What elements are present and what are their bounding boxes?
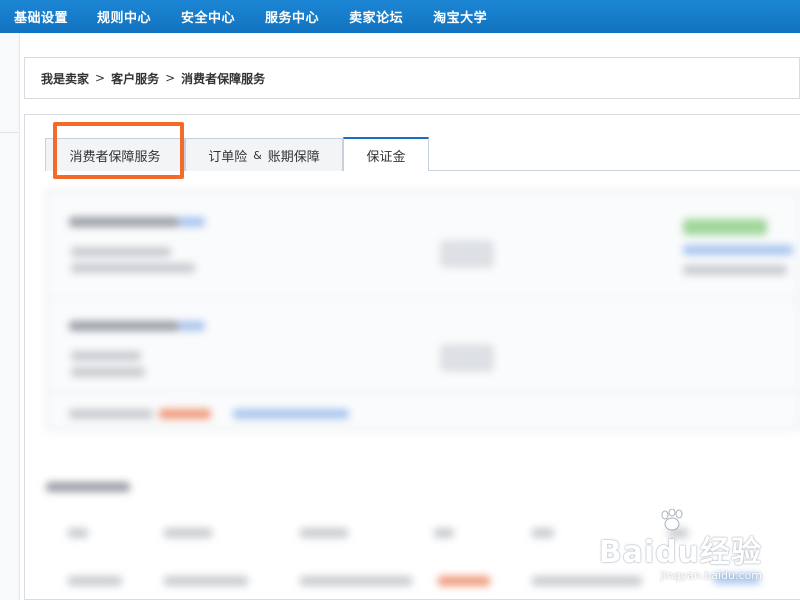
tab-bar: 消费者保障服务 订单险 & 账期保障 保证金 — [45, 137, 800, 171]
nav-item-taobao-university[interactable]: 淘宝大学 — [433, 7, 487, 26]
watermark-logo-text: Baidu经验 — [598, 535, 762, 570]
nav-item-basic-settings[interactable]: 基础设置 — [14, 7, 68, 26]
nav-item-security-center[interactable]: 安全中心 — [181, 7, 235, 26]
nav-item-service-center[interactable]: 服务中心 — [265, 7, 319, 26]
tab-label: 订单险 — [208, 149, 248, 165]
tab-order-insurance[interactable]: 订单险 & 账期保障 — [185, 138, 343, 171]
tab-label: 消费者保障服务 — [69, 149, 161, 165]
baidu-watermark: Baidu经验 jingyan.baidu.com — [598, 509, 762, 582]
breadcrumb-item-seller[interactable]: 我是卖家 — [41, 70, 89, 87]
breadcrumb-item-customer-service[interactable]: 客户服务 — [111, 70, 159, 87]
sidebar-block — [0, 55, 18, 133]
breadcrumb-separator: > — [95, 71, 106, 85]
tab-label-ampersand: & — [253, 148, 262, 162]
tab-label: 保证金 — [366, 149, 406, 165]
blurred-info-box — [46, 190, 800, 430]
paw-icon — [661, 509, 683, 531]
nav-item-seller-forum[interactable]: 卖家论坛 — [349, 7, 403, 26]
tab-consumer-protection[interactable]: 消费者保障服务 — [45, 138, 185, 171]
breadcrumb-separator: > — [165, 71, 176, 85]
tab-deposit[interactable]: 保证金 — [343, 137, 429, 171]
top-navigation-bar: 基础设置 规则中心 安全中心 服务中心 卖家论坛 淘宝大学 — [0, 0, 800, 33]
breadcrumb: 我是卖家 > 客户服务 > 消费者保障服务 — [24, 57, 800, 99]
left-sidebar-rail — [0, 33, 20, 600]
breadcrumb-item-consumer-protection: 消费者保障服务 — [181, 71, 266, 86]
nav-item-rules-center[interactable]: 规则中心 — [97, 7, 151, 26]
tab-label: 账期保障 — [267, 149, 320, 165]
